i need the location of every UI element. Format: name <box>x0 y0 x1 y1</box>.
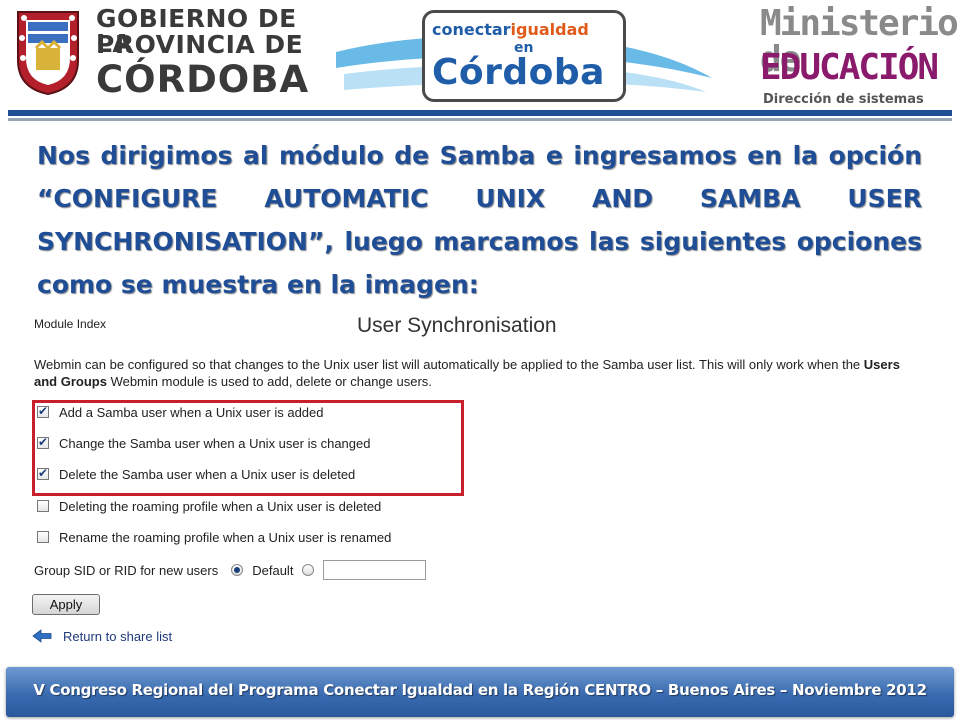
checkbox-change-samba-user[interactable] <box>37 435 49 449</box>
option-change-samba-user[interactable]: Change the Samba user when a Unix user i… <box>37 433 370 453</box>
gov-logo-line3: CÓRDOBA <box>96 58 310 101</box>
option-label: Change the Samba user when a Unix user i… <box>59 435 371 451</box>
description-text-post: Webmin module is used to add, delete or … <box>106 374 432 389</box>
provincial-crest-icon <box>17 11 79 96</box>
option-label: Add a Samba user when a Unix user is add… <box>59 404 324 420</box>
apply-button[interactable]: Apply <box>32 594 100 615</box>
option-label: Rename the roaming profile when a Unix u… <box>59 529 392 545</box>
checkbox-add-samba-user[interactable] <box>37 404 49 418</box>
ministry-logo: Ministerio de EDUCACIÓN Dirección de sis… <box>760 6 959 110</box>
footer-text: V Congreso Regional del Programa Conecta… <box>33 681 927 699</box>
gov-logo-line1: GOBIERNO DE LA <box>96 4 297 58</box>
checkbox-delete-roaming-profile[interactable] <box>37 500 49 512</box>
description-text-pre: Webmin can be configured so that changes… <box>34 357 864 372</box>
option-add-samba-user[interactable]: Add a Samba user when a Unix user is add… <box>37 402 324 422</box>
program-logo-cordoba: Córdoba <box>432 52 605 93</box>
radio-sid-default[interactable] <box>231 564 244 576</box>
slide-heading: Nos dirigimos al módulo de Samba e ingre… <box>37 141 922 299</box>
option-delete-roaming-profile[interactable]: Deleting the roaming profile when a Unix… <box>37 496 381 516</box>
page-title: User Synchronisation <box>357 314 557 337</box>
checkbox-rename-roaming-profile[interactable] <box>37 531 49 543</box>
checkbox-delete-samba-user[interactable] <box>37 466 49 480</box>
option-delete-samba-user[interactable]: Delete the Samba user when a Unix user i… <box>37 464 355 484</box>
conectar-igualdad-logo: conectarigualdad en Córdoba <box>334 8 714 103</box>
option-label: Deleting the roaming profile when a Unix… <box>59 498 382 514</box>
gov-logo-line2: PROVINCIA DE <box>96 30 304 59</box>
group-sid-row: Group SID or RID for new users Default <box>34 558 427 582</box>
slide-footer: V Congreso Regional del Programa Conecta… <box>6 667 954 717</box>
header-divider-blue <box>8 110 952 116</box>
government-logo-text: GOBIERNO DE LA PROVINCIA DE CÓRDOBA <box>96 6 311 98</box>
return-to-share-list-link[interactable]: Return to share list <box>63 629 172 644</box>
radio-sid-custom[interactable] <box>302 564 315 576</box>
module-index-link[interactable]: Module Index <box>34 317 106 331</box>
ministry-logo-line3: Dirección de sistemas <box>763 92 924 107</box>
header-divider-gray <box>8 118 952 121</box>
return-link-row[interactable]: Return to share list <box>32 626 172 646</box>
page-description: Webmin can be configured so that changes… <box>34 356 924 390</box>
group-sid-input[interactable] <box>323 560 427 580</box>
program-logo-igualdad: igualdad <box>510 20 589 39</box>
webmin-user-sync-page: Module Index User Synchronisation Webmin… <box>30 312 930 662</box>
group-sid-label: Group SID or RID for new users <box>34 562 219 578</box>
option-label: Delete the Samba user when a Unix user i… <box>59 466 356 482</box>
program-logo-conectar: conectar <box>432 20 511 39</box>
back-arrow-icon[interactable] <box>32 629 52 643</box>
ministry-logo-line2: EDUCACIÓN <box>760 47 939 88</box>
radio-default-label: Default <box>252 562 294 578</box>
slide-header: GOBIERNO DE LA PROVINCIA DE CÓRDOBA cone… <box>0 0 960 110</box>
option-rename-roaming-profile[interactable]: Rename the roaming profile when a Unix u… <box>37 527 391 547</box>
program-logo-top: conectarigualdad <box>432 20 589 39</box>
